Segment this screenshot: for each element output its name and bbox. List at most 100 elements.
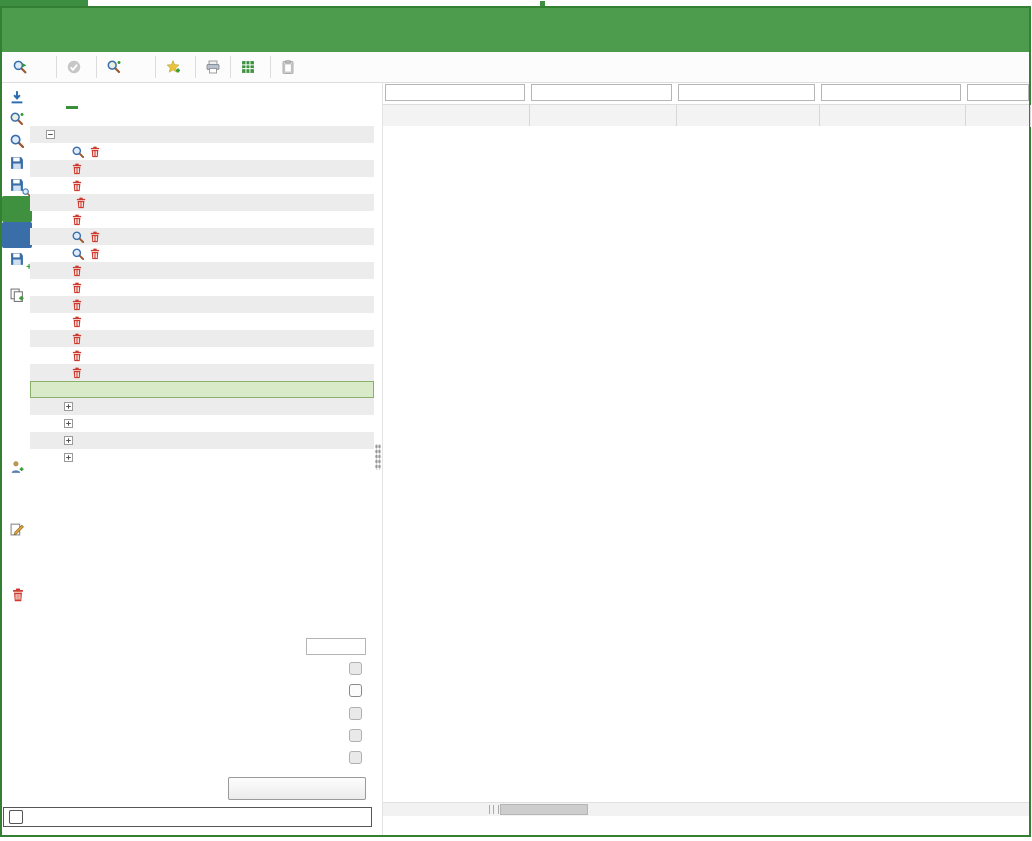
condition-row[interactable] bbox=[30, 330, 374, 347]
option-duplikate-erlauben[interactable] bbox=[38, 705, 374, 721]
delete-condition-icon[interactable] bbox=[72, 350, 82, 362]
delete-condition-icon[interactable] bbox=[72, 316, 82, 328]
filter-input-firma[interactable] bbox=[678, 84, 815, 101]
condition-row[interactable] bbox=[30, 313, 374, 330]
column-header-zusatz1[interactable] bbox=[819, 105, 966, 127]
delete-condition-icon[interactable] bbox=[72, 299, 82, 311]
relation-row[interactable] bbox=[30, 432, 374, 449]
checkbox-ausfuehrungskosten[interactable] bbox=[349, 751, 362, 764]
condition-row[interactable] bbox=[30, 296, 374, 313]
checkbox-auto-open[interactable] bbox=[9, 810, 23, 824]
panel-splitter[interactable] bbox=[374, 82, 382, 835]
condition-row[interactable] bbox=[30, 364, 374, 381]
delete-condition-icon[interactable] bbox=[72, 163, 82, 175]
max-results-input[interactable] bbox=[306, 638, 366, 655]
filter-input-zusatz1[interactable] bbox=[821, 84, 961, 101]
print-button[interactable] bbox=[199, 57, 227, 77]
condition-row[interactable] bbox=[30, 262, 374, 279]
checkbox-erweiterte-schalterleiste[interactable] bbox=[349, 684, 362, 697]
delete-condition-icon[interactable] bbox=[72, 265, 82, 277]
delete-condition-icon[interactable] bbox=[90, 231, 100, 243]
checkbox-einfeldsuche[interactable] bbox=[349, 729, 362, 742]
expand-icon[interactable] bbox=[64, 436, 73, 445]
delete-condition-icon[interactable] bbox=[76, 197, 86, 209]
edit-condition-icon[interactable] bbox=[4, 518, 30, 540]
condition-row[interactable] bbox=[30, 211, 374, 228]
relation-row[interactable] bbox=[30, 449, 374, 466]
add-relation-icon[interactable] bbox=[4, 456, 30, 478]
export-sql-icon[interactable] bbox=[2, 222, 32, 248]
delete-condition-icon[interactable] bbox=[72, 180, 82, 192]
column-header-kurzname[interactable] bbox=[529, 105, 677, 127]
load-search-icon[interactable] bbox=[4, 86, 30, 108]
checkbox-duplikate-erlauben[interactable] bbox=[349, 707, 362, 720]
column-freeze-grip[interactable] bbox=[489, 805, 499, 814]
auto-open-option[interactable] bbox=[3, 807, 372, 827]
save-search-icon[interactable] bbox=[4, 152, 30, 174]
condition-row[interactable] bbox=[30, 279, 374, 296]
revert-icon[interactable] bbox=[4, 562, 30, 584]
results-body-empty bbox=[383, 126, 1029, 803]
condition-row[interactable] bbox=[30, 228, 374, 245]
delete-condition-icon[interactable] bbox=[90, 248, 100, 260]
save-search-as-icon[interactable] bbox=[4, 174, 30, 196]
delete-condition-icon[interactable] bbox=[4, 584, 30, 606]
data-export-button[interactable] bbox=[234, 57, 267, 77]
option-ausfuehrungskosten[interactable] bbox=[38, 749, 374, 765]
condition-row[interactable] bbox=[30, 143, 374, 160]
filter-input-kurzname[interactable] bbox=[531, 84, 672, 101]
collapse-icon[interactable] bbox=[46, 130, 55, 139]
filter-input-erp-gp-nr[interactable] bbox=[385, 84, 525, 101]
move-down-icon[interactable] bbox=[4, 628, 30, 650]
condition-row[interactable] bbox=[30, 194, 374, 211]
copy-search-icon[interactable] bbox=[4, 284, 30, 306]
horizontal-scrollbar[interactable] bbox=[383, 802, 1029, 816]
new-button[interactable] bbox=[159, 57, 192, 77]
condition-row[interactable] bbox=[30, 177, 374, 194]
run-search-button[interactable] bbox=[6, 57, 53, 77]
splitter-grip[interactable] bbox=[375, 444, 381, 470]
condition-row[interactable] bbox=[30, 245, 374, 262]
value-search-icon[interactable] bbox=[72, 231, 84, 243]
value-search-icon[interactable] bbox=[72, 248, 84, 260]
insert-condition-icon bbox=[4, 478, 30, 500]
delete-condition-icon[interactable] bbox=[72, 367, 82, 379]
move-up-icon[interactable] bbox=[4, 606, 30, 628]
less-options-button[interactable] bbox=[228, 777, 366, 800]
open-search-icon[interactable] bbox=[4, 130, 30, 152]
checkbox-vergleichsoperatoren[interactable] bbox=[349, 662, 362, 675]
delete-condition-icon[interactable] bbox=[72, 214, 82, 226]
scrollbar-thumb[interactable] bbox=[500, 804, 588, 815]
export-xml-icon[interactable] bbox=[2, 196, 32, 222]
tab-suche-bearbeiten[interactable] bbox=[66, 84, 78, 109]
delete-condition-icon[interactable] bbox=[72, 333, 82, 345]
column-header-extra[interactable] bbox=[965, 105, 1031, 127]
expand-icon[interactable] bbox=[64, 402, 73, 411]
tree-group-row[interactable] bbox=[30, 126, 374, 143]
new-search-icon[interactable] bbox=[4, 108, 30, 130]
relation-row[interactable] bbox=[30, 398, 374, 415]
delete-condition-icon[interactable] bbox=[72, 282, 82, 294]
send-mail-icon[interactable] bbox=[4, 306, 30, 328]
save-dataset-icon[interactable]: + bbox=[4, 248, 30, 270]
count-data-button[interactable] bbox=[133, 64, 152, 70]
scroll-left-icon[interactable] bbox=[385, 803, 398, 816]
tree-root-row[interactable] bbox=[30, 109, 374, 126]
search-and-apply-button[interactable] bbox=[100, 57, 133, 77]
relation-row[interactable] bbox=[30, 415, 374, 432]
column-header-erp-gp-nr[interactable] bbox=[383, 105, 530, 127]
condition-row[interactable] bbox=[30, 347, 374, 364]
option-vergleichsoperatoren[interactable] bbox=[38, 660, 374, 676]
expand-icon[interactable] bbox=[64, 453, 73, 462]
option-einfeldsuche[interactable] bbox=[38, 727, 374, 743]
filter-input-extra[interactable] bbox=[967, 84, 1029, 101]
expand-icon[interactable] bbox=[64, 419, 73, 428]
scroll-right-icon[interactable] bbox=[1014, 803, 1027, 816]
value-search-icon[interactable] bbox=[72, 146, 84, 158]
column-header-firma[interactable] bbox=[676, 105, 820, 127]
condition-row[interactable] bbox=[30, 160, 374, 177]
tab-ausgewaehlte-suche[interactable] bbox=[38, 84, 50, 109]
delete-condition-icon[interactable] bbox=[90, 146, 100, 158]
option-erweiterte-schalterleiste[interactable] bbox=[38, 682, 374, 698]
condition-row-selected[interactable] bbox=[30, 381, 374, 398]
